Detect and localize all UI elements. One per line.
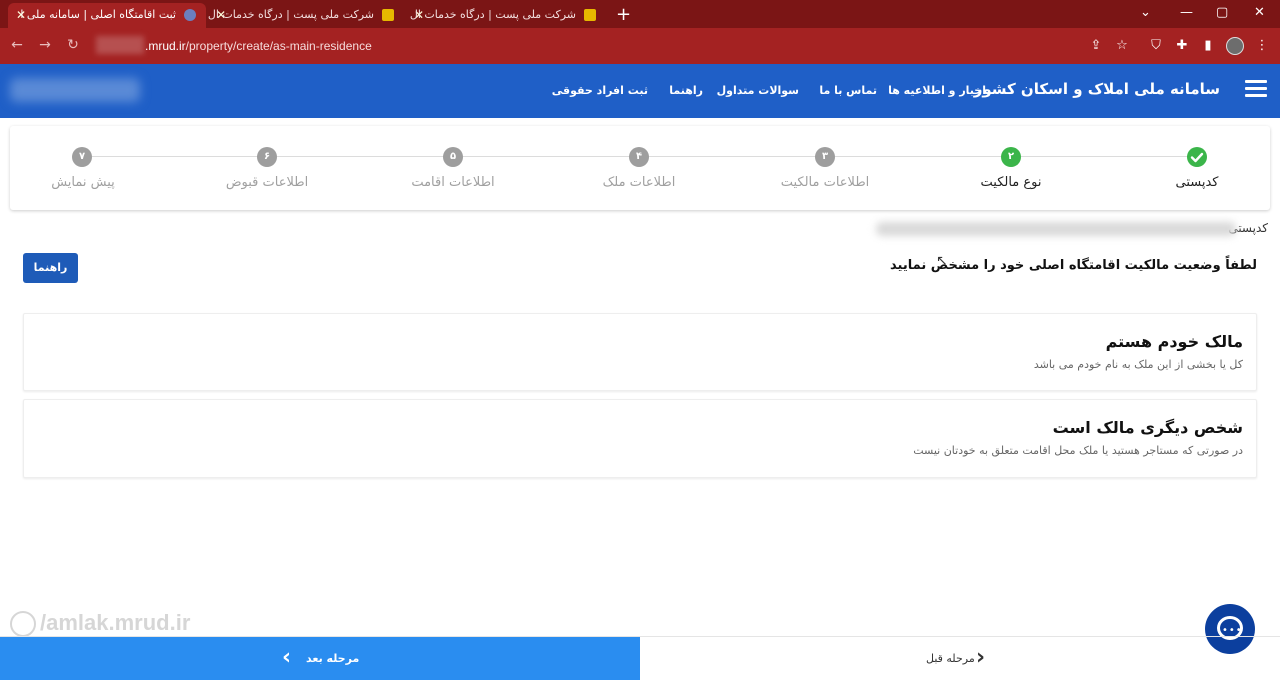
step-6-label: اطلاعات قبوض (225, 175, 309, 190)
watermark: /amlak.mrud.ir (10, 610, 191, 638)
step-2-dot: ۲ (1001, 147, 1021, 167)
step-7-dot: ۷ (72, 147, 92, 167)
tab-title: ثبت اقامتگاه اصلی | سامانه ملی ا (20, 8, 176, 21)
tab-favicon-icon (184, 9, 196, 21)
option-other-owner-desc: در صورتی که مستاجر هستید یا ملک محل اقام… (913, 444, 1243, 457)
step-3-label: اطلاعات مالکیت (780, 175, 870, 190)
forward-icon[interactable]: → (36, 37, 54, 55)
blurred-user-info (10, 78, 140, 102)
option-other-owner-card[interactable]: شخص دیگری مالک است در صورتی که مستاجر هس… (23, 399, 1257, 478)
step-3-dot: ۳ (815, 147, 835, 167)
help-button[interactable]: راهنما (23, 253, 78, 283)
kebab-menu-icon[interactable]: ⋮ (1254, 38, 1270, 54)
watermark-logo-icon (10, 611, 36, 638)
nav-link-faq[interactable]: سوالات متداول (717, 84, 799, 97)
site-title[interactable]: سامانه ملی املاک و اسکان کشور (974, 80, 1220, 98)
tab-search-icon[interactable]: ⌄ (1140, 5, 1151, 20)
nav-link-contact[interactable]: تماس با ما (819, 84, 877, 97)
option-owner-title: مالک خودم هستم (1105, 332, 1243, 351)
step-1-check-icon (1187, 147, 1207, 167)
browser-tab[interactable]: ✕ شرکت ملی پست | درگاه خدمات ال (406, 3, 606, 28)
chevron-left-icon: ‹ (282, 645, 292, 670)
chat-dots-icon: ••• (1222, 625, 1243, 636)
browser-tab[interactable]: ✕ شرکت ملی پست | درگاه خدمات ال (208, 3, 404, 28)
chevron-right-icon[interactable]: › (976, 645, 985, 670)
next-step-label: مرحله بعد (306, 652, 360, 665)
nav-link-legal-entities[interactable]: ثبت افراد حقوقی (552, 84, 648, 97)
bookmark-star-icon[interactable]: ☆ (1114, 38, 1130, 54)
prev-step-button[interactable]: مرحله قبل (926, 652, 975, 665)
extensions-puzzle-icon[interactable]: ✚ (1174, 38, 1190, 54)
share-icon[interactable]: ⇪ (1088, 38, 1104, 54)
option-owner-card[interactable]: مالک خودم هستم کل یا بخشی از این ملک به … (23, 313, 1257, 391)
nav-link-news[interactable]: اخبار و اطلاعیه ها (888, 84, 986, 97)
option-other-owner-title: شخص دیگری مالک است (1052, 418, 1243, 437)
option-owner-desc: کل یا بخشی از این ملک به نام خودم می باش… (1033, 358, 1243, 371)
tab-favicon-icon (382, 9, 394, 21)
close-window-icon[interactable]: ✕ (1254, 5, 1265, 20)
shield-extension-icon[interactable]: ⛉ (1148, 38, 1164, 54)
step-5-dot: ۵ (443, 147, 463, 167)
step-4-dot: ۴ (629, 147, 649, 167)
progress-stepper (10, 126, 1270, 210)
ownership-prompt: لطفاً وضعیت مالکیت اقامتگاه اصلی خود را … (890, 258, 1257, 273)
step-7-label: پیش نمایش (51, 175, 115, 190)
nav-link-guide[interactable]: راهنما (669, 84, 703, 97)
tab-title: شرکت ملی پست | درگاه خدمات ال (207, 8, 374, 21)
url-host: .mrud.ir (145, 39, 186, 53)
tab-favicon-icon (584, 9, 596, 21)
tab-title: شرکت ملی پست | درگاه خدمات ال (409, 8, 576, 21)
profile-avatar[interactable] (1226, 37, 1244, 55)
step-1-label: کدپستی (1175, 175, 1219, 190)
new-tab-icon[interactable]: + (616, 4, 631, 25)
maximize-icon[interactable]: ▢ (1216, 5, 1228, 20)
hamburger-menu-icon[interactable] (1245, 80, 1267, 98)
watermark-text: /amlak.mrud.ir (40, 610, 191, 635)
back-icon[interactable]: ← (8, 37, 26, 55)
url-host-blurred (96, 36, 144, 54)
postal-code-value-blurred (876, 222, 1236, 236)
step-5-label: اطلاعات اقامت (411, 175, 495, 190)
step-2-label: نوع مالکیت (980, 175, 1042, 190)
url-path: /property/create/as-main-residence (185, 39, 372, 53)
reload-icon[interactable]: ↻ (64, 37, 82, 55)
url-field[interactable]: .mrud.ir/property/create/as-main-residen… (145, 39, 372, 53)
step-4-label: اطلاعات ملک (602, 175, 676, 190)
sidebar-icon[interactable]: ▮ (1200, 38, 1216, 54)
browser-tab-active[interactable]: ✕ ثبت اقامتگاه اصلی | سامانه ملی ا (8, 3, 206, 28)
minimize-icon[interactable]: — (1180, 5, 1193, 20)
step-6-dot: ۶ (257, 147, 277, 167)
